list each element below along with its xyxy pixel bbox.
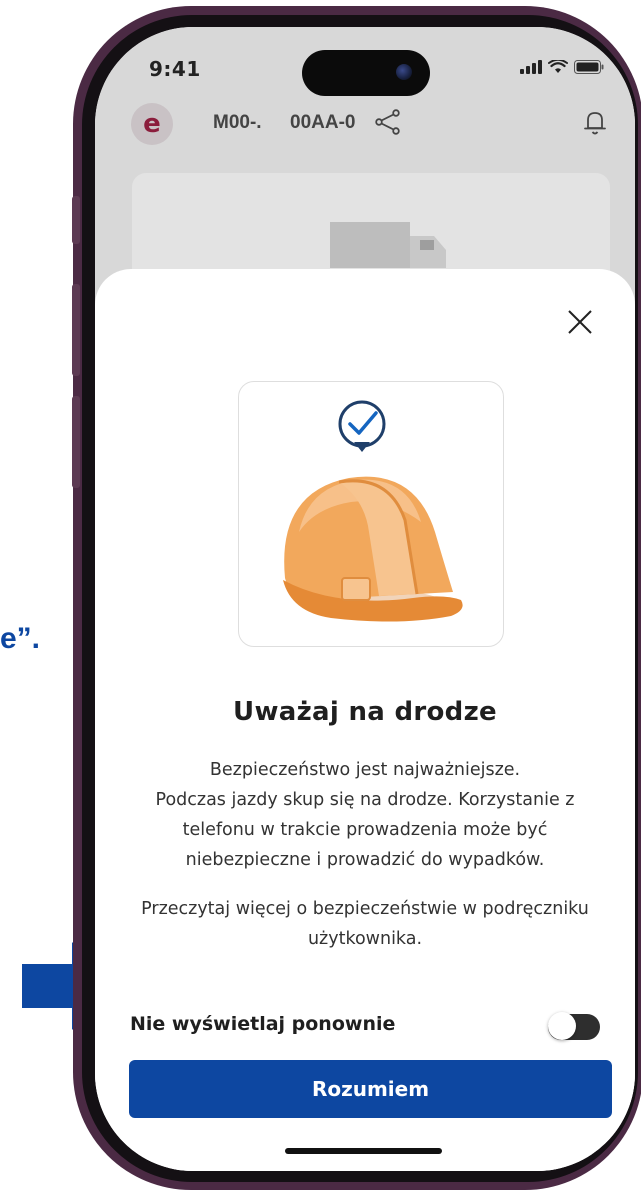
truck-image bbox=[330, 222, 446, 268]
hard-hat-illustration-card bbox=[238, 381, 504, 647]
dont-show-again-row: Nie wyświetlaj ponownie bbox=[130, 1009, 600, 1043]
modal-body-line: Podczas jazdy skup się na drodze. Korzys… bbox=[155, 790, 575, 810]
understand-button[interactable]: Rozumiem bbox=[129, 1060, 612, 1118]
app-header: e M00-. 00AA-0 bbox=[95, 95, 635, 157]
battery-icon bbox=[574, 60, 604, 74]
dont-show-again-label: Nie wyświetlaj ponownie bbox=[130, 1013, 396, 1035]
vehicle-plate-2[interactable]: 00AA-0 bbox=[290, 112, 355, 134]
phone-screen: 9:41 e M00-. 00AA-0 Uważaj na drodze Bez… bbox=[95, 27, 635, 1171]
status-icons bbox=[520, 60, 604, 74]
toggle-knob bbox=[548, 1012, 576, 1040]
wifi-icon bbox=[548, 60, 568, 73]
modal-body-line: Bezpieczeństwo jest najważniejsze. bbox=[209, 760, 521, 780]
signal-icon bbox=[520, 60, 542, 74]
manual-info-line: użytkownika. bbox=[307, 929, 423, 949]
phone-volume-up-button bbox=[72, 284, 80, 376]
modal-body-line: telefonu w trakcie prowadzenia może być bbox=[182, 820, 548, 840]
dynamic-island bbox=[302, 50, 430, 96]
safety-modal: Uważaj na drodze Bezpieczeństwo jest naj… bbox=[95, 269, 635, 1171]
home-indicator[interactable] bbox=[285, 1148, 442, 1154]
front-camera bbox=[396, 64, 412, 80]
phone-volume-down-button bbox=[72, 396, 80, 488]
bell-icon[interactable] bbox=[583, 109, 607, 137]
share-icon[interactable] bbox=[375, 109, 401, 135]
close-icon[interactable] bbox=[565, 307, 595, 337]
manual-info-line: Przeczytaj więcej o bezpieczeństwie w po… bbox=[141, 899, 589, 919]
app-logo[interactable]: e bbox=[131, 103, 173, 145]
modal-body: Bezpieczeństwo jest najważniejsze. Podcz… bbox=[125, 755, 605, 875]
status-time: 9:41 bbox=[149, 57, 201, 81]
modal-body-line: niebezpieczne i prowadzić do wypadków. bbox=[185, 850, 545, 870]
phone-mute-switch bbox=[72, 196, 80, 244]
dont-show-again-toggle[interactable] bbox=[548, 1012, 600, 1040]
modal-title: Uważaj na drodze bbox=[233, 697, 497, 727]
instruction-text-fragment: e”. bbox=[0, 622, 41, 655]
hard-hat-illustration bbox=[283, 400, 463, 622]
vehicle-plate-1[interactable]: M00-. bbox=[213, 112, 262, 134]
manual-info-text: Przeczytaj więcej o bezpieczeństwie w po… bbox=[115, 894, 615, 954]
